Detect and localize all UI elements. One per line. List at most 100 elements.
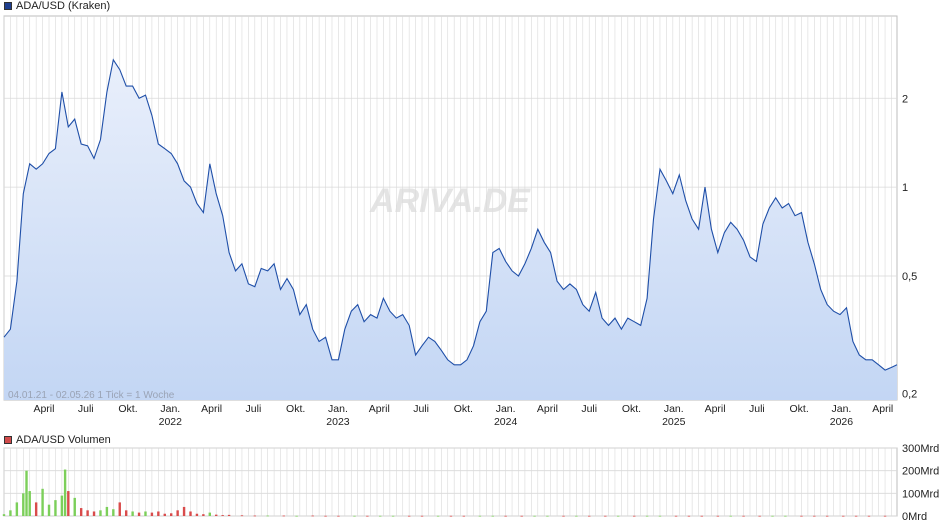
x-tick-label: Okt. (790, 403, 809, 415)
volume-bar (28, 491, 31, 516)
price-y-tick-label: 0,5 (902, 271, 917, 283)
volume-bar (449, 515, 453, 517)
volume-bar (588, 515, 591, 517)
volume-bar (379, 515, 382, 517)
volume-bar (324, 515, 327, 517)
volume-bar (420, 515, 424, 517)
volume-bar (700, 515, 703, 517)
x-year-label: 2026 (830, 416, 854, 428)
volume-bar (407, 515, 411, 517)
volume-bar (47, 504, 51, 516)
volume-bar (202, 514, 205, 516)
volume-bar (2, 514, 6, 516)
volume-bar (391, 515, 395, 517)
volume-bar (282, 515, 285, 517)
volume-bar (337, 515, 340, 517)
volume-bar (825, 515, 829, 517)
volume-bar (253, 515, 257, 517)
volume-bar (67, 491, 70, 516)
volume-bar (221, 515, 224, 516)
volume-bar (22, 493, 25, 516)
volume-bar (208, 512, 211, 516)
x-tick-label: April (705, 403, 726, 415)
volume-bar (137, 512, 141, 516)
volume-bar (54, 500, 57, 516)
x-tick-label: April (369, 403, 390, 415)
volume-bar (182, 506, 186, 516)
volume-bar (562, 515, 565, 517)
volume-bar (813, 515, 816, 517)
volume-bar (716, 515, 720, 517)
volume-bar (124, 510, 128, 516)
volume-bar (366, 515, 369, 517)
volume-bar (176, 510, 179, 516)
x-tick-label: Juli (581, 403, 597, 415)
x-tick-label: Juli (78, 403, 94, 415)
volume-bar (92, 511, 96, 516)
volume-bar (533, 515, 536, 517)
volume-bar (215, 514, 218, 516)
volume-bar (295, 515, 298, 517)
watermark: ARIVA.DE (369, 182, 531, 220)
x-tick-label: April (872, 403, 893, 415)
volume-bar (60, 495, 64, 516)
volume-bar (462, 515, 466, 517)
volume-bar (227, 514, 231, 516)
volume-bar (771, 515, 774, 517)
volume-bar (266, 515, 269, 517)
volume-bar (604, 515, 607, 517)
volume-y-tick-label: 200Mrd (902, 466, 939, 478)
volume-bar (504, 515, 507, 517)
volume-bar (758, 515, 761, 517)
volume-y-tick-label: 0Mrd (902, 511, 927, 523)
price-y-axis: 0,2 0,5 1 2 (902, 93, 917, 400)
x-tick-label: Okt. (286, 403, 305, 415)
volume-bar (170, 513, 173, 516)
volume-bar (73, 497, 76, 516)
volume-bar (311, 515, 314, 517)
volume-bar (729, 515, 732, 517)
x-year-label: 2024 (494, 416, 518, 428)
volume-bar (800, 515, 803, 517)
chart-canvas: ARIVA.DE 04.01.21 - 02.05.26 1 Tick = 1 … (2, 15, 939, 523)
x-tick-label: April (201, 403, 222, 415)
price-x-axis: April Juli Okt. Jan.2022April Juli Okt. Jan.20… (33, 403, 893, 428)
x-tick-label: Jan. (328, 403, 348, 415)
x-tick-label: Jan. (496, 403, 516, 415)
volume-bar (742, 515, 745, 517)
volume-bar (189, 511, 192, 516)
volume-bar (633, 515, 636, 517)
volume-bar (520, 515, 523, 517)
volume-bar (616, 515, 620, 517)
volume-bar (9, 510, 12, 516)
volume-bar (34, 502, 38, 516)
price-y-tick-label: 1 (902, 182, 908, 194)
volume-bar (41, 488, 44, 516)
x-tick-label: Jan. (664, 403, 684, 415)
volume-bar (784, 515, 787, 517)
volume-bar (842, 515, 845, 517)
volume-bar (15, 502, 19, 516)
volume-bar (195, 513, 199, 516)
volume-bar (546, 515, 549, 517)
volume-bar (883, 515, 887, 517)
x-tick-label: April (537, 403, 558, 415)
volume-y-tick-label: 300Mrd (902, 443, 939, 455)
volume-bar (157, 511, 160, 516)
volume-bar (436, 515, 440, 517)
x-tick-label: Okt. (622, 403, 641, 415)
x-tick-label: Jan. (831, 403, 851, 415)
volume-bar (478, 515, 482, 517)
volume-bar (63, 469, 67, 516)
x-tick-label: Okt. (454, 403, 473, 415)
x-tick-label: Okt. (118, 403, 137, 415)
volume-bar (99, 510, 102, 516)
volume-bar (353, 515, 356, 517)
x-tick-label: Juli (413, 403, 429, 415)
volume-bar (150, 512, 154, 516)
x-year-label: 2023 (326, 416, 350, 428)
x-tick-label: Juli (246, 403, 262, 415)
volume-bar (867, 515, 871, 517)
volume-bar (575, 515, 578, 517)
volume-y-axis: 0Mrd 100Mrd 200Mrd 300Mrd (902, 443, 939, 523)
